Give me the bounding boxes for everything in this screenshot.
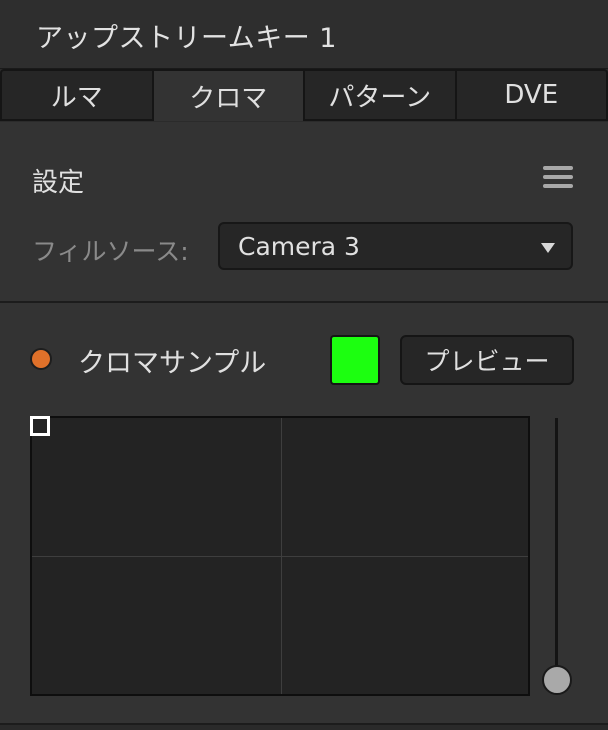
tab-dve[interactable]: DVE: [456, 69, 608, 121]
panel-header: アップストリームキー 1: [0, 0, 608, 68]
fill-source-label: フィルソース:: [32, 237, 189, 266]
grid-line-horizontal: [32, 556, 528, 557]
tab-luma[interactable]: ルマ: [0, 69, 154, 121]
chroma-sample-label: クロマサンプル: [78, 348, 267, 379]
sample-cursor-handle[interactable]: [30, 416, 50, 436]
fill-source-value: Camera 3: [238, 232, 360, 261]
chroma-sample-indicator[interactable]: [32, 350, 50, 368]
tab-chroma[interactable]: クロマ: [153, 69, 305, 121]
settings-label: 設定: [32, 168, 85, 198]
chroma-sample-section: クロマサンプル プレビュー: [0, 303, 608, 723]
panel-title: アップストリームキー 1: [36, 23, 337, 54]
chroma-sample-area[interactable]: [30, 416, 530, 696]
preview-button[interactable]: プレビュー: [400, 335, 574, 385]
bottom-strip: [0, 723, 608, 730]
upstream-key-panel: アップストリームキー 1 ルマ クロマ パターン DVE 設定 フィルソース: …: [0, 0, 608, 730]
chroma-color-swatch[interactable]: [330, 335, 380, 385]
tab-pattern[interactable]: パターン: [305, 69, 457, 121]
chevron-down-icon: [541, 243, 555, 253]
settings-section: 設定 フィルソース: Camera 3: [0, 122, 608, 302]
key-type-tabs: ルマ クロマ パターン DVE: [0, 68, 608, 123]
sample-size-slider-thumb[interactable]: [542, 665, 572, 695]
sample-size-slider-track[interactable]: [555, 418, 558, 680]
hamburger-menu-icon[interactable]: [543, 166, 573, 188]
fill-source-dropdown[interactable]: Camera 3: [218, 222, 573, 270]
